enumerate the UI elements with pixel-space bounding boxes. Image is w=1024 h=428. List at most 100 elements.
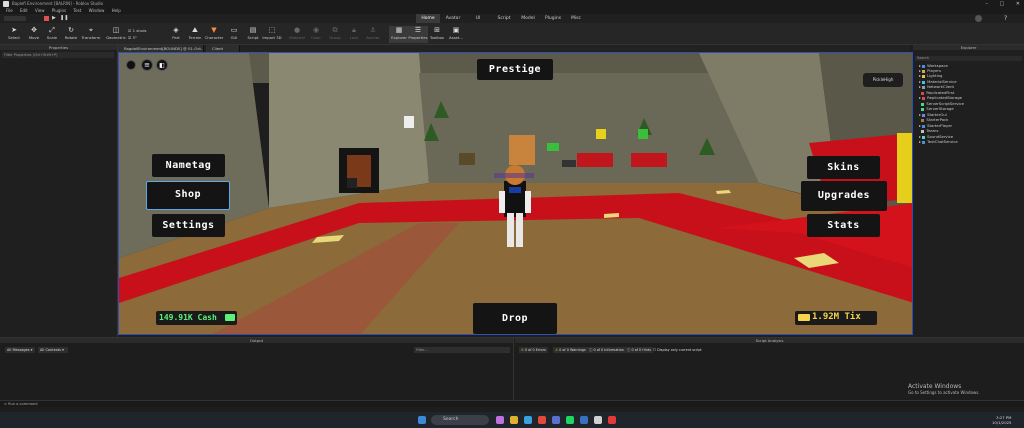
snap-rotate-field[interactable]: ☑ 1 studs — [128, 28, 147, 33]
geometric-tool[interactable]: ◫ Geometric — [106, 26, 126, 40]
menu-file[interactable]: File — [6, 8, 13, 13]
errors-filter[interactable]: ⊘ 0 of 0 Errors — [519, 347, 548, 353]
command-bar[interactable]: > Run a command — [0, 400, 1024, 407]
play-icon[interactable]: ▶ — [52, 16, 56, 21]
game-viewport[interactable]: ≡ ◧ PickleHigh Prestige Nametag Shop Set… — [118, 52, 913, 335]
tree-item-starterpack[interactable]: StarterPack — [919, 117, 948, 122]
avatar[interactable] — [975, 15, 982, 22]
explorer-search-input[interactable]: Search — [915, 56, 1022, 61]
tree-item-textchatservice[interactable]: ▸ TextChatService — [919, 139, 958, 144]
taskbar-search[interactable]: Search — [431, 415, 489, 425]
discord-icon[interactable] — [552, 416, 560, 424]
stop-icon[interactable] — [44, 16, 49, 21]
chrome-icon[interactable] — [538, 416, 546, 424]
toolbar: ➤ Select ✥ Move ⤢ Scale ↻ Rotate ⌖ Transform … — [0, 23, 1024, 45]
tab-model[interactable]: Model — [518, 14, 538, 23]
menu-test[interactable]: Test — [73, 8, 81, 13]
snap-move-field[interactable]: ☑ 5° — [128, 35, 137, 40]
ribbon-tabs: ▶ ❚❚ Home Avatar UI Script Model Plugins… — [0, 14, 1024, 23]
tab-script[interactable]: Script — [494, 14, 514, 23]
information-filter[interactable]: ⓘ 0 of 0 Information — [587, 347, 626, 353]
tab-plugins[interactable]: Plugins — [541, 14, 565, 23]
gui-tool[interactable]: ▭ GUI — [224, 26, 244, 40]
color-tool[interactable]: ◉ Color — [306, 26, 326, 40]
player-list[interactable]: PickleHigh — [863, 73, 903, 87]
pause-icon[interactable]: ❚❚ — [60, 16, 68, 21]
select-tool[interactable]: ➤ Select — [4, 26, 24, 40]
scale-tool[interactable]: ⤢ Scale — [42, 26, 62, 40]
warning-icon: ⚠ — [555, 348, 559, 352]
app-icon[interactable] — [580, 416, 588, 424]
lock-tool[interactable]: 🔒︎ Lock — [344, 26, 364, 40]
character-tool[interactable]: ▼ Character — [204, 26, 224, 40]
tab-misc[interactable]: Misc — [568, 14, 584, 23]
toolbox-toggle[interactable]: ⊞ Toolbox — [427, 26, 447, 40]
menu-window[interactable]: Window — [89, 8, 105, 13]
warnings-filter[interactable]: ⚠ 0 of 0 Warnings — [553, 347, 588, 353]
current-script-checkbox[interactable]: ☐ Display only current script — [653, 347, 702, 353]
properties-filter-input[interactable]: Filter Properties (Ctrl+Shift+P) — [2, 52, 114, 58]
prestige-button[interactable]: Prestige — [477, 59, 553, 80]
drop-button[interactable]: Drop — [473, 303, 557, 334]
anchor-tool[interactable]: ⚓︎ Anchor — [363, 26, 383, 40]
menu-plugins[interactable]: Plugins — [52, 8, 66, 13]
settings-button[interactable]: Settings — [152, 214, 225, 237]
stats-button[interactable]: Stats — [807, 214, 880, 237]
material-tool[interactable]: ● Material — [287, 26, 307, 40]
script-tool[interactable]: ▤ Script — [243, 26, 263, 40]
start-icon[interactable] — [418, 416, 426, 424]
maximize-icon[interactable]: □ — [999, 1, 1004, 7]
asset-manager-toggle[interactable]: ▣ Asset... — [446, 26, 466, 40]
roblox-icon[interactable] — [594, 416, 602, 424]
roblox-menu-icon[interactable] — [126, 60, 136, 70]
tree-item-teams[interactable]: Teams — [919, 128, 938, 133]
tab-ui[interactable]: UI — [470, 14, 486, 23]
tree-item-lighting[interactable]: ▸ Lighting — [919, 73, 942, 78]
part-tool[interactable]: ◈ Part — [166, 26, 186, 40]
group-icon: ⧉ — [332, 26, 338, 34]
script-analysis-header: Script Analysis — [515, 338, 1024, 343]
all-contexts-dropdown[interactable]: All Contexts ▾ — [38, 347, 68, 353]
output-panel: Output All Messages ▾ All Contexts ▾ Fil… — [0, 338, 514, 400]
chat-icon[interactable]: ◧ — [156, 59, 168, 71]
terrain-tool[interactable]: ⛰ Terrain — [185, 26, 205, 40]
tab-place[interactable]: RagdollEnvironment[BOUNDS] @ 01-Oct-2025… — [118, 45, 204, 58]
file-explorer-icon[interactable] — [510, 416, 518, 424]
spotify-icon[interactable] — [566, 416, 574, 424]
hamburger-icon[interactable]: ≡ — [141, 59, 153, 71]
menu-help[interactable]: Help — [112, 8, 121, 13]
hints-filter[interactable]: ⓘ 0 of 0 Hints — [625, 347, 654, 353]
tree-item-replicatedstorage[interactable]: ▸ ReplicatedStorage — [919, 95, 962, 100]
shop-button[interactable]: Shop — [146, 181, 230, 210]
mode-selector[interactable] — [4, 16, 26, 21]
geometric-icon: ◫ — [112, 26, 120, 34]
roblox-studio-icon[interactable] — [608, 416, 616, 424]
browser-icon[interactable] — [524, 416, 532, 424]
all-messages-dropdown[interactable]: All Messages ▾ — [5, 347, 35, 353]
help-icon[interactable]: ? — [1004, 15, 1007, 22]
close-icon[interactable]: ✕ — [1016, 1, 1020, 7]
upgrades-button[interactable]: Upgrades — [801, 181, 887, 211]
explorer-toggle[interactable]: ▦ Explorer — [389, 26, 409, 43]
clock[interactable]: 3:27 PM 10/1/2025 — [992, 415, 1011, 425]
rotate-tool[interactable]: ↻ Rotate — [61, 26, 81, 40]
tab-client[interactable]: Client — [206, 45, 240, 52]
minimize-icon[interactable]: – — [985, 1, 988, 7]
move-tool[interactable]: ✥ Move — [24, 26, 44, 40]
transform-tool[interactable]: ⌖ Transform — [81, 26, 101, 40]
menu-view[interactable]: View — [35, 8, 45, 13]
import-3d-tool[interactable]: ⬚ Import 3D — [262, 26, 282, 40]
tree-item-networkclient[interactable]: ▸ NetworkClient — [919, 84, 954, 89]
task-view-icon[interactable] — [496, 416, 504, 424]
output-filter-input[interactable]: Filter... — [414, 347, 510, 353]
command-input[interactable]: Run a command — [8, 402, 37, 406]
properties-toggle[interactable]: ☰ Properties — [408, 26, 428, 43]
tab-home[interactable]: Home — [416, 14, 440, 23]
tab-avatar[interactable]: Avatar — [440, 14, 466, 23]
menu-edit[interactable]: Edit — [20, 8, 28, 13]
explorer-header: Explorer — [913, 45, 1024, 50]
skins-button[interactable]: Skins — [807, 156, 880, 179]
group-tool[interactable]: ⧉ Group — [325, 26, 345, 40]
nametag-button[interactable]: Nametag — [152, 154, 225, 177]
tree-item-serverstorage[interactable]: ServerStorage — [919, 106, 954, 111]
